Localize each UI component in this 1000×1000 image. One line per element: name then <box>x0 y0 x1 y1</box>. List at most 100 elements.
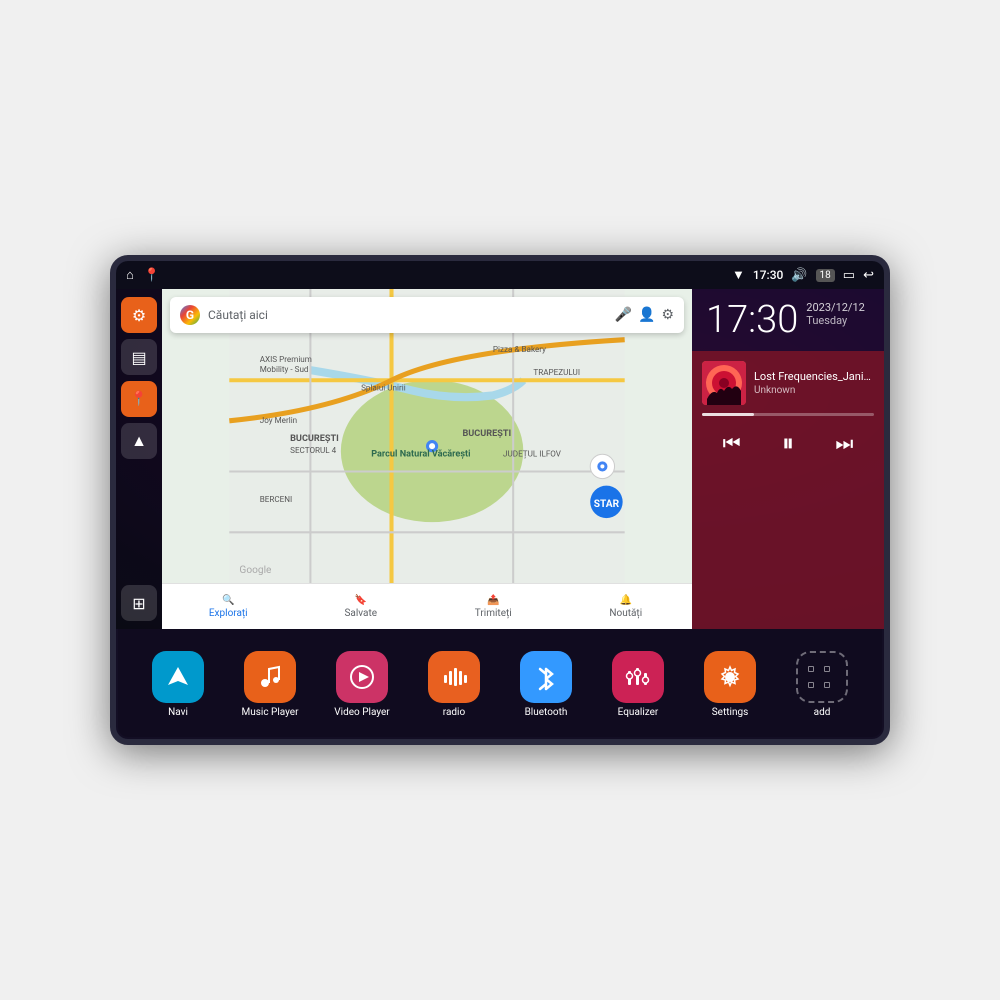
add-dot-4 <box>824 682 830 688</box>
microphone-icon[interactable]: 🎤 <box>615 307 632 323</box>
battery-level: 18 <box>816 269 835 282</box>
car-head-unit: ⌂ 📍 ▼ 17:30 🔊 18 ▭ ↩ ⚙ ▤ 📍 ▲ <box>110 255 890 745</box>
app-equalizer[interactable]: Equalizer <box>592 651 684 718</box>
svg-text:Parcul Natural Văcărești: Parcul Natural Văcărești <box>371 449 470 459</box>
add-label: add <box>814 707 831 718</box>
clock-day-value: Tuesday <box>806 314 865 327</box>
navi-icon <box>152 651 204 703</box>
navigation-icon: ▲ <box>131 431 147 451</box>
add-dot-3 <box>808 682 814 688</box>
status-right-icons: ▼ 17:30 🔊 18 ▭ ↩ <box>732 267 874 283</box>
music-player-label: Music Player <box>241 707 298 718</box>
pause-button[interactable]: ⏸ <box>774 426 802 462</box>
explore-label: Explorați <box>209 608 248 619</box>
equalizer-label: Equalizer <box>618 707 659 718</box>
send-label: Trimiteți <box>475 608 512 619</box>
wifi-icon: ▼ <box>732 267 745 283</box>
app-music-player[interactable]: Music Player <box>224 651 316 718</box>
sidebar-navi-button[interactable]: ▲ <box>121 423 157 459</box>
music-player-icon <box>244 651 296 703</box>
music-controls: ⏮ ⏸ ⏭ <box>702 426 874 462</box>
previous-button[interactable]: ⏮ <box>715 429 749 460</box>
svg-text:STAR: STAR <box>594 499 620 510</box>
map-container[interactable]: STAR BUCUREȘTI SECTORUL 4 BUCUREȘTI JUDE… <box>162 289 692 583</box>
add-dot-2 <box>824 666 830 672</box>
map-svg: STAR BUCUREȘTI SECTORUL 4 BUCUREȘTI JUDE… <box>162 289 692 583</box>
status-left-icons: ⌂ 📍 <box>126 267 160 283</box>
svg-text:BERCENI: BERCENI <box>260 494 293 504</box>
album-art <box>702 361 746 405</box>
explore-icon: 🔍 <box>222 595 234 606</box>
bluetooth-icon <box>520 651 572 703</box>
back-icon[interactable]: ↩ <box>863 268 874 283</box>
svg-text:SECTORUL 4: SECTORUL 4 <box>290 445 337 455</box>
svg-text:AXIS Premium: AXIS Premium <box>260 354 312 364</box>
video-player-icon <box>336 651 388 703</box>
send-icon: 📤 <box>487 595 499 606</box>
home-icon[interactable]: ⌂ <box>126 267 134 283</box>
svg-text:Joy Merlin: Joy Merlin <box>260 415 297 425</box>
video-player-label: Video Player <box>334 707 389 718</box>
status-time: 17:30 <box>753 268 783 282</box>
radio-label: radio <box>443 707 465 718</box>
add-icon <box>796 651 848 703</box>
svg-text:JUDEȚUL ILFOV: JUDEȚUL ILFOV <box>503 448 562 458</box>
map-bottom-bar: 🔍 Explorați 🔖 Salvate 📤 Trimiteți 🔔 Nout… <box>162 583 692 629</box>
map-tab-send[interactable]: 📤 Trimiteți <box>427 595 560 619</box>
battery-icon: ▭ <box>843 268 855 283</box>
map-tab-saved[interactable]: 🔖 Salvate <box>295 595 428 619</box>
main-area: ⚙ ▤ 📍 ▲ ⊞ <box>116 289 884 629</box>
next-button[interactable]: ⏭ <box>827 429 861 460</box>
map-tab-explore[interactable]: 🔍 Explorați <box>162 595 295 619</box>
files-icon: ▤ <box>131 348 146 367</box>
app-bluetooth[interactable]: Bluetooth <box>500 651 592 718</box>
settings-map-icon[interactable]: ⚙ <box>661 307 674 323</box>
svg-text:Mobility - Sud: Mobility - Sud <box>260 364 309 374</box>
equalizer-icon <box>612 651 664 703</box>
news-label: Noutăți <box>609 608 642 619</box>
sidebar-settings-button[interactable]: ⚙ <box>121 297 157 333</box>
music-title: Lost Frequencies_Janie... <box>754 370 874 383</box>
clock-date: 2023/12/12 Tuesday <box>806 301 865 327</box>
music-widget: Lost Frequencies_Janie... Unknown ⏮ ⏸ ⏭ <box>692 351 884 629</box>
music-progress-fill <box>702 413 754 416</box>
app-add[interactable]: add <box>776 651 868 718</box>
app-radio[interactable]: radio <box>408 651 500 718</box>
settings-label: Settings <box>712 707 749 718</box>
volume-icon: 🔊 <box>791 268 807 283</box>
map-search-icons: 🎤 👤 ⚙ <box>615 307 674 323</box>
app-navi[interactable]: Navi <box>132 651 224 718</box>
maps-icon[interactable]: 📍 <box>144 268 160 283</box>
music-info: Lost Frequencies_Janie... Unknown <box>754 370 874 396</box>
news-icon: 🔔 <box>620 595 632 606</box>
app-dock: Navi Music Player Video Player <box>116 629 884 739</box>
radio-icon <box>428 651 480 703</box>
clock-widget: 17:30 2023/12/12 Tuesday <box>692 289 884 351</box>
account-icon[interactable]: 👤 <box>638 307 655 323</box>
map-searchbar[interactable]: G Căutați aici 🎤 👤 ⚙ <box>170 297 684 333</box>
app-video-player[interactable]: Video Player <box>316 651 408 718</box>
svg-text:TRAPEZULUI: TRAPEZULUI <box>533 367 580 377</box>
music-progress-bar[interactable] <box>702 413 874 416</box>
grid-icon: ⊞ <box>132 594 145 613</box>
svg-text:Google: Google <box>239 565 271 576</box>
add-dot-1 <box>808 666 814 672</box>
sidebar-grid-button[interactable]: ⊞ <box>121 585 157 621</box>
svg-text:BUCUREȘTI: BUCUREȘTI <box>462 429 511 439</box>
map-area: STAR BUCUREȘTI SECTORUL 4 BUCUREȘTI JUDE… <box>162 289 692 629</box>
music-artist: Unknown <box>754 385 874 396</box>
map-search-input[interactable]: Căutați aici <box>208 308 607 322</box>
svg-text:Splaiui Unirii: Splaiui Unirii <box>361 382 406 392</box>
google-maps-icon: G <box>180 305 200 325</box>
sidebar-files-button[interactable]: ▤ <box>121 339 157 375</box>
navi-label: Navi <box>168 707 188 718</box>
sidebar-map-button[interactable]: 📍 <box>121 381 157 417</box>
map-tab-news[interactable]: 🔔 Noutăți <box>560 595 693 619</box>
app-settings[interactable]: Settings <box>684 651 776 718</box>
settings-app-icon <box>704 651 756 703</box>
map-pin-icon: 📍 <box>130 391 147 407</box>
clock-date-value: 2023/12/12 <box>806 301 865 314</box>
status-bar: ⌂ 📍 ▼ 17:30 🔊 18 ▭ ↩ <box>116 261 884 289</box>
svg-text:BUCUREȘTI: BUCUREȘTI <box>290 434 339 444</box>
bluetooth-label: Bluetooth <box>525 707 568 718</box>
